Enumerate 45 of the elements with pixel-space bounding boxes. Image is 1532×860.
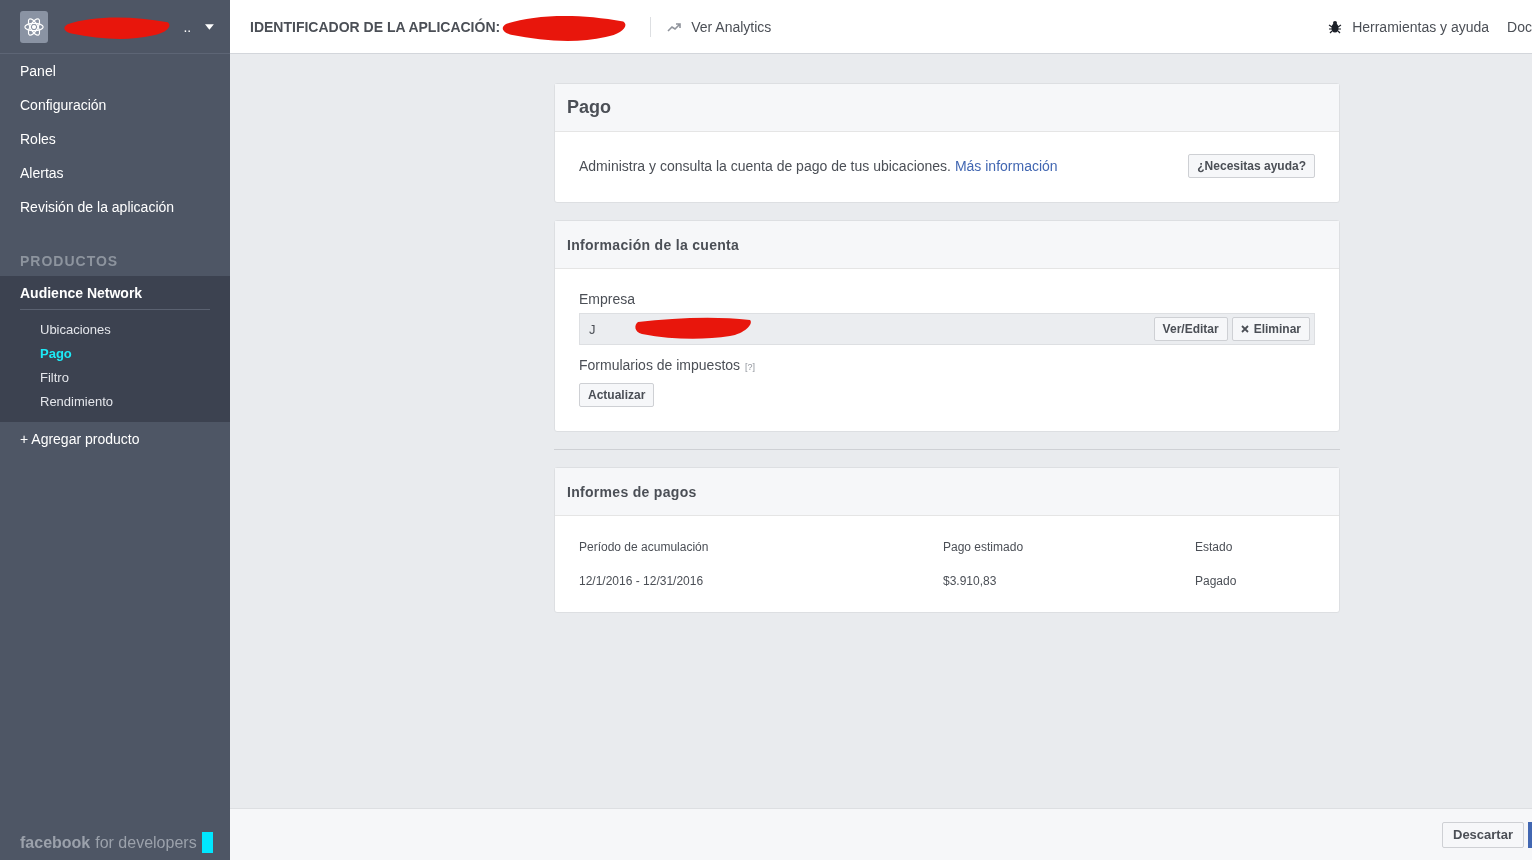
company-field[interactable]: J Ver/Editar Eliminar	[579, 313, 1315, 345]
table-cell-text: $3.910,83	[943, 574, 998, 588]
analytics-link[interactable]: Ver Analytics	[667, 18, 772, 35]
close-icon	[1240, 325, 1249, 333]
more-info-link[interactable]: Más información	[954, 158, 1058, 174]
sub-nav-item[interactable]: Rendimiento	[0, 390, 230, 414]
logo-tagline: for developers	[95, 833, 197, 852]
card-title: Pago	[567, 97, 611, 118]
atom-icon[interactable]	[20, 10, 49, 43]
discard-button[interactable]: Descartar	[1442, 821, 1524, 848]
caret-icon[interactable]	[205, 23, 214, 30]
field-label: Formularios de impuestos	[579, 357, 741, 373]
column-header: Pago estimado	[943, 540, 1025, 554]
sub-nav-item[interactable]: Filtro	[0, 366, 230, 390]
add-product-link[interactable]: + Agregar producto	[0, 422, 230, 456]
field-label: Empresa	[579, 291, 637, 307]
primary-button[interactable]	[1528, 821, 1532, 848]
app-id-label: IDENTIFICADOR DE LA APLICACIÓN:	[250, 18, 501, 35]
nav-item[interactable]: Roles	[0, 122, 230, 156]
docs-link[interactable]: Doc	[1507, 18, 1532, 35]
column-header: Estado	[1195, 540, 1234, 554]
product-item[interactable]: Audience Network	[20, 276, 210, 310]
edit-button[interactable]: Ver/Editar	[1153, 317, 1228, 341]
sub-nav-item[interactable]: Pago	[0, 342, 230, 366]
column-header: Período de acumulación	[579, 540, 710, 554]
table-cell-text: 12/1/2016 - 12/31/2016	[579, 574, 705, 588]
nav-item[interactable]: Revisión de la aplicación	[0, 190, 230, 224]
bug-icon	[1328, 19, 1343, 34]
card-title: Informes de pagos	[567, 483, 697, 500]
help-button[interactable]: ¿Necesitas ayuda?	[1188, 154, 1315, 178]
logo-brand: facebook	[20, 833, 91, 852]
description: Administra y consulta la cuenta de pago de tus ubicaciones. Más información	[579, 158, 1058, 174]
nav-item[interactable]: Panel	[0, 54, 230, 88]
card-title: Información de la cuenta	[567, 236, 740, 253]
section-heading: PRODUCTOS	[19, 252, 120, 271]
logo-mark	[201, 832, 213, 853]
sub-nav-item[interactable]: Ubicaciones	[0, 318, 230, 342]
delete-button[interactable]: Eliminar	[1231, 317, 1310, 341]
table-cell-text: Pagado	[1195, 574, 1238, 588]
nav-item[interactable]: Configuración	[0, 88, 230, 122]
tools-link[interactable]: Herramientas y ayuda	[1328, 18, 1490, 35]
update-button[interactable]: Actualizar	[579, 383, 655, 407]
nav-item[interactable]: Alertas	[0, 156, 230, 190]
trend-icon	[667, 21, 682, 32]
app-name: ..	[183, 18, 192, 35]
